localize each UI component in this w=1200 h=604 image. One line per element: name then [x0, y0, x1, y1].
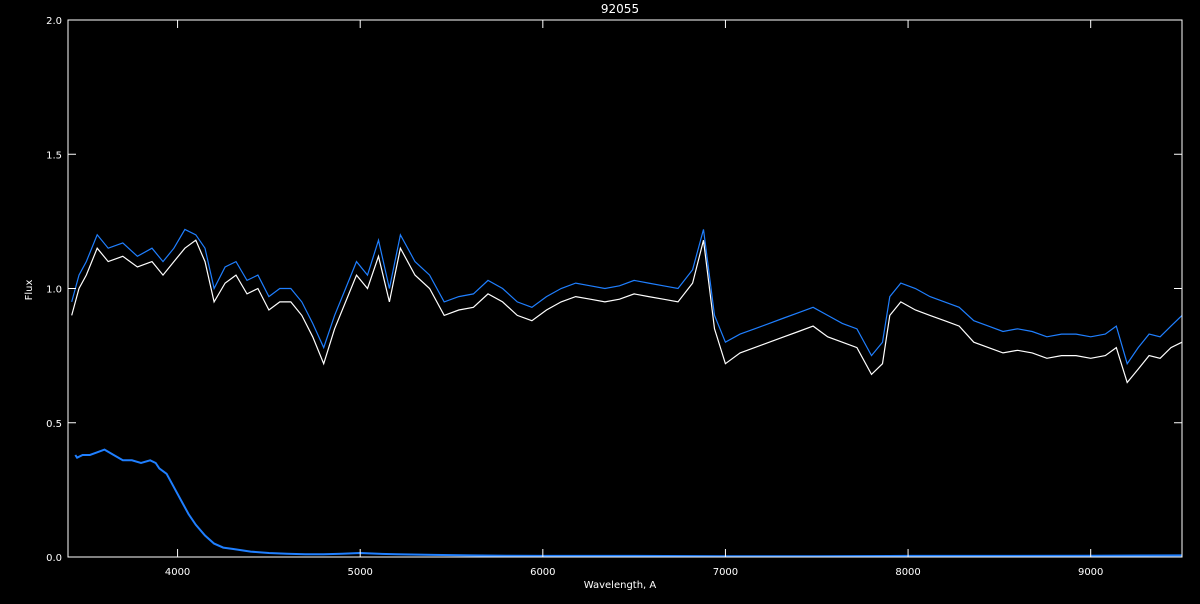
x-tick-label: 8000 [895, 567, 920, 578]
x-tick-label: 5000 [347, 567, 372, 578]
chart-canvas: 4000 5000 6000 7000 8000 9000 0.0 0.5 1.0 1.5 2.0… [0, 0, 1200, 600]
chart-title: 92055 [601, 2, 639, 16]
y-tick-label: 2.0 [46, 16, 62, 27]
x-tick-label: 7000 [713, 567, 738, 578]
x-axis-label: Wavelength, A [584, 580, 657, 591]
spectrum-chart: 4000 5000 6000 7000 8000 9000 0.0 0.5 1.0 1.5 2.0… [0, 0, 1200, 600]
x-tick-label: 4000 [165, 567, 190, 578]
x-tick-label: 6000 [530, 567, 555, 578]
y-tick-label: 1.0 [46, 285, 62, 296]
y-axis-label: Flux [24, 280, 35, 301]
y-tick-label: 0.5 [46, 419, 62, 430]
chart-background [0, 0, 1200, 600]
y-tick-label: 1.5 [46, 150, 62, 161]
x-tick-label: 9000 [1078, 567, 1103, 578]
y-tick-label: 0.0 [46, 553, 62, 564]
